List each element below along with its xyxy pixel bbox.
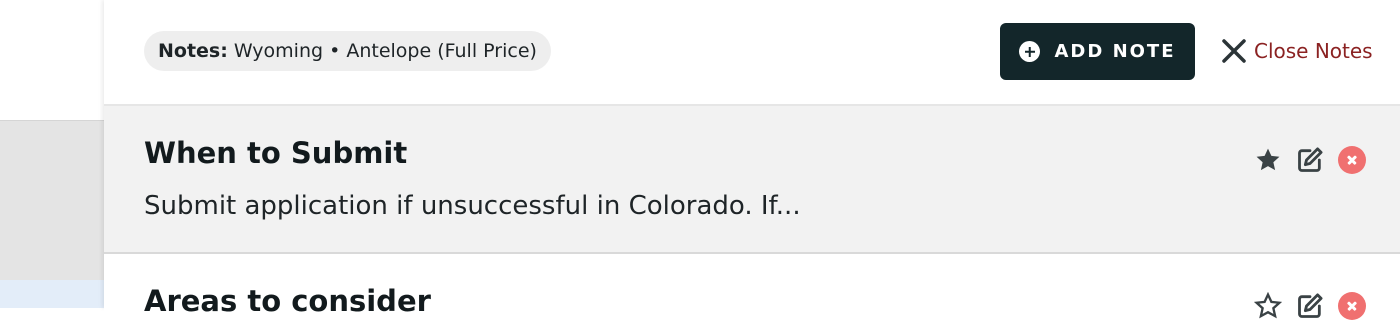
star-icon[interactable] — [1254, 146, 1282, 174]
notes-context-label: Notes: — [158, 40, 228, 62]
add-note-button[interactable]: ADD NOTE — [1000, 23, 1195, 80]
edit-icon[interactable] — [1296, 292, 1324, 320]
note-actions — [1254, 146, 1366, 174]
note-body: Submit application if unsuccessful in Co… — [144, 191, 801, 221]
background-app-selected-row — [0, 280, 104, 308]
background-app-header — [0, 0, 104, 120]
close-icon — [1222, 39, 1246, 63]
notes-context-value: Wyoming • Antelope (Full Price) — [233, 40, 537, 62]
note-title: When to Submit — [144, 136, 408, 170]
delete-icon[interactable] — [1338, 146, 1366, 174]
close-notes-label: Close Notes — [1254, 39, 1373, 63]
edit-icon[interactable] — [1296, 146, 1324, 174]
notes-panel: Notes: Wyoming • Antelope (Full Price) A… — [104, 0, 1400, 320]
close-notes-button[interactable]: Close Notes — [1220, 36, 1373, 66]
star-outline-icon[interactable] — [1254, 292, 1282, 320]
notes-panel-header: Notes: Wyoming • Antelope (Full Price) A… — [104, 0, 1400, 106]
delete-icon[interactable] — [1338, 292, 1366, 320]
note-title: Areas to consider — [144, 284, 431, 318]
note-item[interactable]: When to Submit Submit application if uns… — [104, 106, 1400, 254]
plus-circle-icon — [1019, 41, 1041, 62]
note-item[interactable]: Areas to consider — [104, 254, 1400, 320]
note-actions — [1254, 292, 1366, 320]
add-note-label: ADD NOTE — [1054, 41, 1176, 62]
background-app-content — [0, 120, 104, 280]
notes-context-pill: Notes: Wyoming • Antelope (Full Price) — [144, 31, 551, 71]
